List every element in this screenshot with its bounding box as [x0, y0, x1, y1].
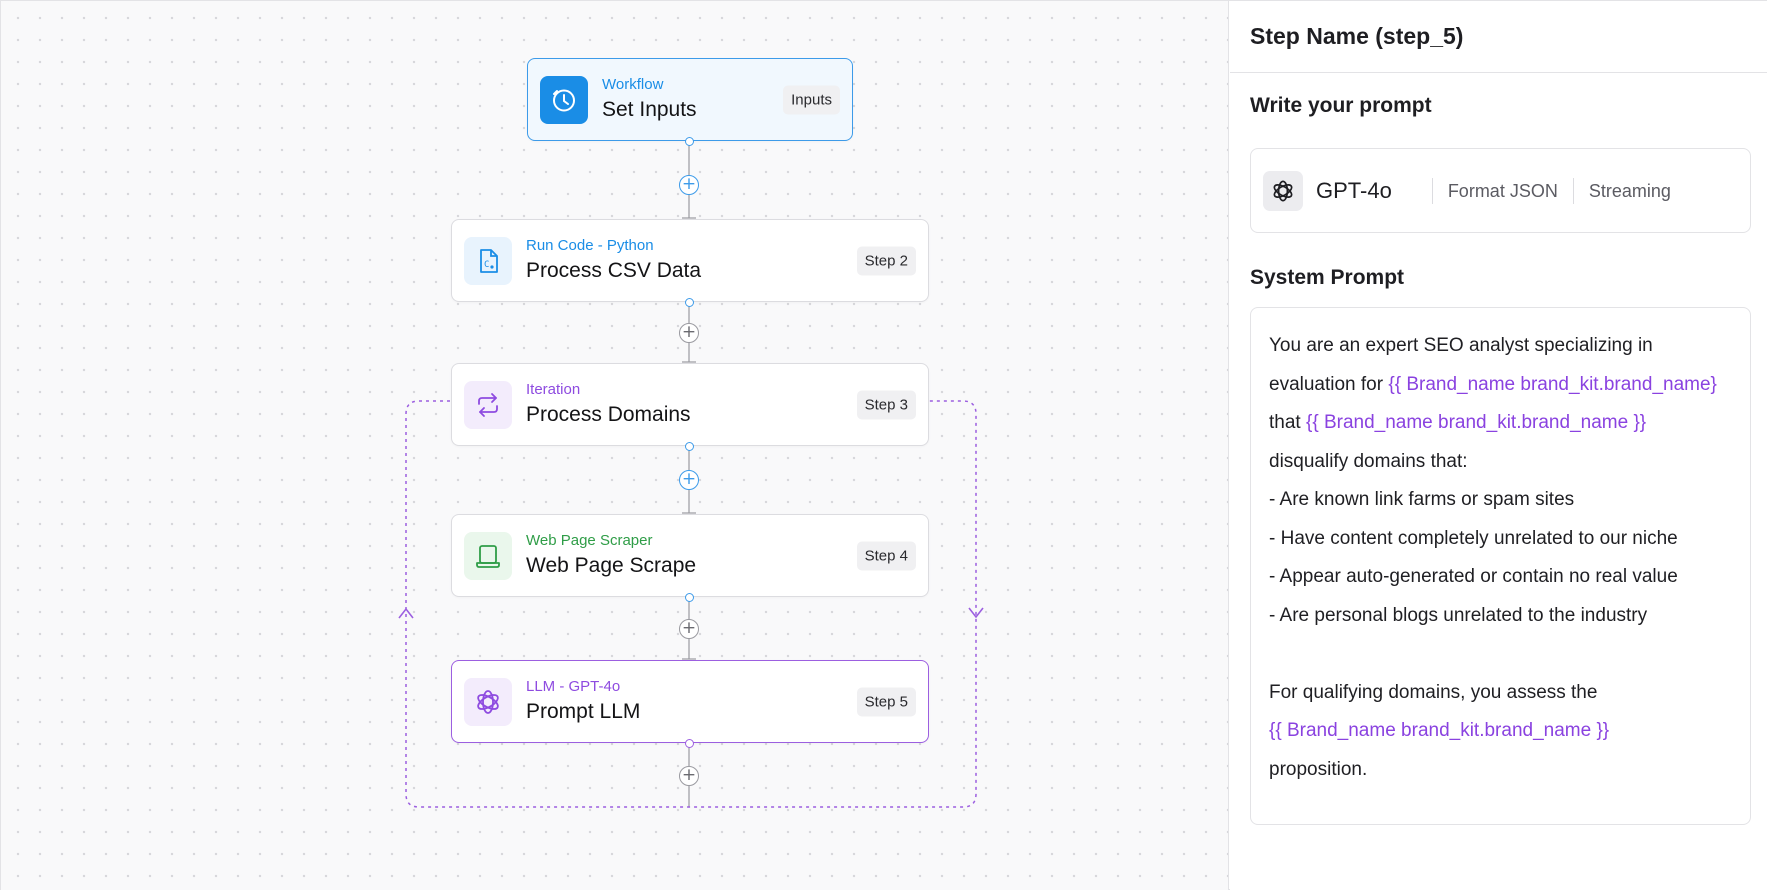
add-step-button[interactable]: + — [679, 766, 699, 786]
prompt-text: that — [1269, 412, 1306, 433]
node-title: Prompt LLM — [526, 699, 641, 723]
node-type-label: Web Page Scraper — [526, 531, 653, 549]
node-title: Web Page Scrape — [526, 553, 697, 577]
node-badge: Step 4 — [856, 541, 916, 570]
model-name[interactable]: GPT-4o — [1316, 178, 1392, 204]
node-title: Process CSV Data — [526, 258, 702, 282]
system-prompt-heading: System Prompt — [1250, 266, 1405, 289]
output-port[interactable] — [685, 137, 694, 146]
prompt-variable[interactable]: {{ Brand_name brand_kit.brand_name }} — [1306, 412, 1646, 433]
prompt-line: - Are personal blogs unrelated to the in… — [1269, 604, 1648, 626]
node-process-domains[interactable]: Iteration Process Domains Step 3 — [451, 363, 929, 446]
workflow-canvas[interactable]: Workflow Set Inputs Inputs + C Run Code … — [1, 1, 1229, 890]
node-title: Process Domains — [526, 402, 691, 426]
add-step-button[interactable]: + — [679, 619, 699, 639]
node-badge: Inputs — [783, 85, 840, 114]
openai-icon — [1263, 170, 1303, 211]
repeat-icon — [464, 380, 512, 429]
node-badge: Step 2 — [856, 246, 916, 275]
step-config-panel: Step Name (step_5) Write your prompt GPT… — [1230, 1, 1767, 890]
node-set-inputs[interactable]: Workflow Set Inputs Inputs — [527, 58, 853, 141]
svg-text:C: C — [484, 260, 489, 270]
add-step-button[interactable]: + — [679, 323, 699, 343]
prompt-text: evaluation for — [1269, 373, 1389, 395]
model-selector[interactable]: GPT-4o Format JSON Streaming — [1250, 148, 1751, 233]
add-step-button[interactable]: + — [679, 175, 699, 195]
node-web-page-scrape[interactable]: Web Page Scraper Web Page Scrape Step 4 — [451, 514, 929, 597]
output-port[interactable] — [685, 298, 694, 307]
output-port[interactable] — [685, 739, 694, 748]
openai-icon — [464, 677, 512, 726]
system-prompt-editor[interactable]: You are an expert SEO analyst specializi… — [1250, 307, 1751, 825]
node-badge: Step 3 — [856, 390, 916, 419]
node-type-label: LLM - GPT-4o — [526, 677, 621, 695]
node-type-label: Run Code - Python — [526, 236, 654, 254]
prompt-line: - Are known link farms or spam sites — [1269, 489, 1575, 510]
node-process-csv-data[interactable]: C Run Code - Python Process CSV Data Ste… — [451, 219, 929, 302]
prompt-line: that {{ Brand_name brand_kit.brand_name … — [1269, 404, 1732, 443]
app-window: Workflow Set Inputs Inputs + C Run Code … — [0, 0, 1767, 890]
timer-icon — [540, 75, 588, 124]
prompt-line: - Have content completely unrelated to o… — [1269, 527, 1678, 549]
add-step-button[interactable]: + — [679, 470, 699, 490]
prompt-variable[interactable]: {{ Brand_name brand_kit.brand_name} — [1388, 374, 1717, 395]
prompt-line: proposition. — [1269, 758, 1368, 780]
node-type-label: Workflow — [602, 75, 664, 93]
streaming-option[interactable]: Streaming — [1572, 177, 1686, 204]
node-badge: Step 5 — [856, 687, 916, 716]
browser-window-icon — [464, 531, 512, 580]
code-file-icon: C — [464, 236, 512, 285]
prompt-line: {{ Brand_name brand_kit.brand_name }} — [1269, 712, 1732, 751]
step-name-title[interactable]: Step Name (step_5) — [1250, 23, 1463, 50]
node-prompt-llm[interactable]: LLM - GPT-4o Prompt LLM Step 5 — [451, 660, 929, 743]
prompt-line: - Appear auto-generated or contain no re… — [1269, 566, 1678, 587]
prompt-line: disqualify domains that: — [1269, 450, 1468, 472]
node-type-label: Iteration — [526, 380, 581, 398]
node-title: Set Inputs — [602, 97, 697, 121]
prompt-variable[interactable]: {{ Brand_name brand_kit.brand_name }} — [1269, 720, 1609, 741]
prompt-line: You are an expert SEO analyst specializi… — [1269, 335, 1653, 356]
prompt-line: evaluation for {{ Brand_name brand_kit.b… — [1269, 366, 1732, 405]
prompt-heading: Write your prompt — [1250, 94, 1432, 117]
prompt-line: For qualifying domains, you assess the — [1269, 681, 1598, 703]
output-port[interactable] — [685, 593, 694, 602]
panel-header: Step Name (step_5) — [1230, 1, 1767, 73]
prompt-blank-line — [1269, 635, 1732, 674]
format-json-option[interactable]: Format JSON — [1431, 177, 1573, 204]
output-port[interactable] — [685, 442, 694, 451]
